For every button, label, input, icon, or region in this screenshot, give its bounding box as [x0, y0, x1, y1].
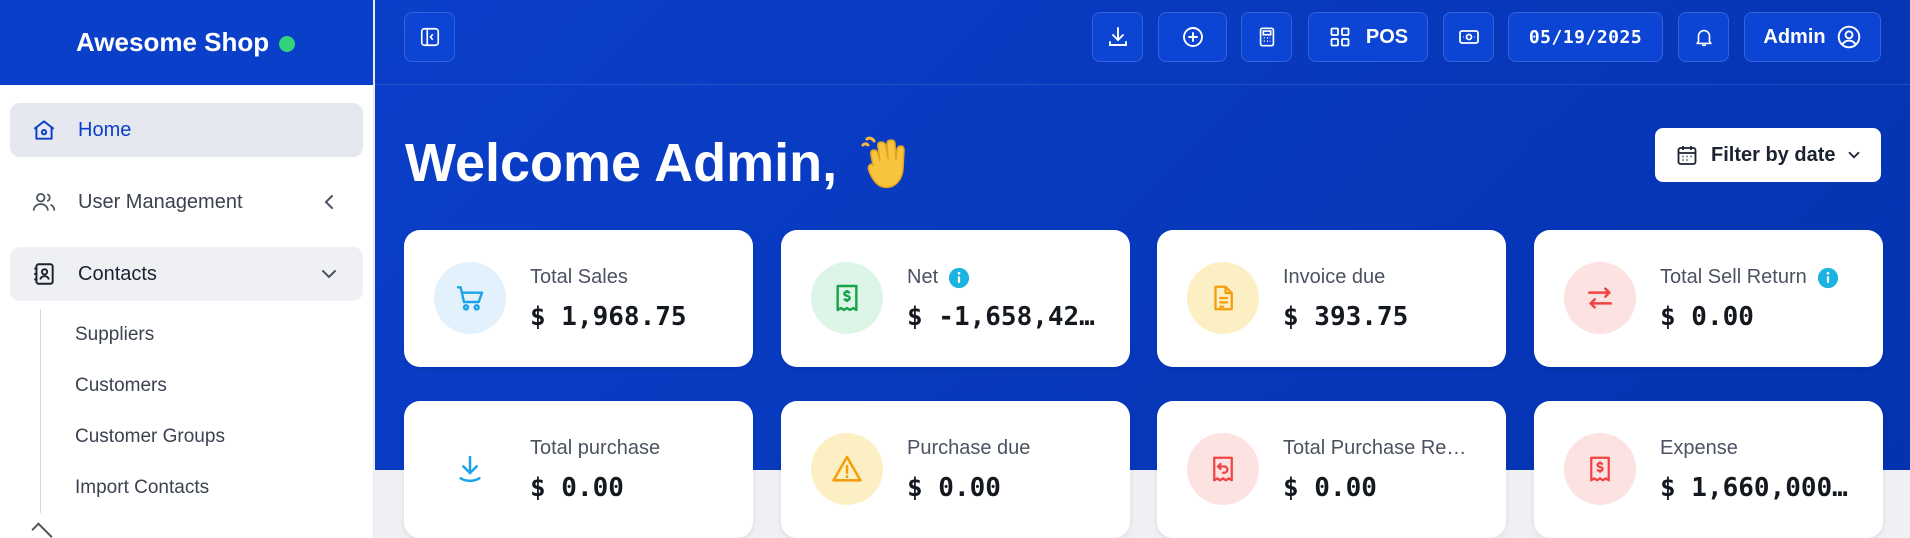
stat-card-net[interactable]: Net $ -1,658,42… [781, 230, 1130, 367]
document-icon [1187, 262, 1259, 334]
stat-label-text: Total purchase [530, 437, 661, 459]
sidebar-item-label: Home [78, 118, 132, 141]
brand-name: Awesome Shop [76, 27, 270, 57]
notifications-button[interactable] [1678, 12, 1729, 62]
user-menu-button[interactable]: Admin [1744, 12, 1881, 62]
stat-card-total-sales[interactable]: Total Sales $ 1,968.75 [404, 230, 753, 367]
stat-value: $ -1,658,42… [907, 302, 1095, 332]
receipt-dollar-icon [1564, 433, 1636, 505]
contacts-icon [30, 260, 58, 288]
filter-label: Filter by date [1711, 143, 1836, 166]
add-button[interactable] [1158, 12, 1227, 62]
submenu-item-import-contacts[interactable]: Import Contacts [75, 462, 363, 513]
add-circle-icon [1182, 27, 1203, 47]
stat-value: $ 393.75 [1283, 302, 1409, 332]
info-icon[interactable] [1817, 267, 1839, 289]
chevron-down-icon [322, 270, 336, 279]
sidebar: Awesome Shop Home User Management Contac… [0, 0, 374, 538]
stat-label: Total purchase [530, 437, 660, 460]
stat-value: $ 1,660,000… [1660, 473, 1848, 503]
stat-label: Purchase due [907, 437, 1030, 460]
online-status-dot [279, 35, 296, 52]
info-icon[interactable] [948, 267, 970, 289]
stat-label-text: Expense [1660, 437, 1738, 459]
stat-card-invoice-due[interactable]: Invoice due $ 393.75 [1157, 230, 1506, 367]
sidebar-item-user-management[interactable]: User Management [10, 175, 363, 229]
exchange-icon [1564, 262, 1636, 334]
home-icon [30, 116, 58, 144]
calendar-icon [1677, 146, 1697, 165]
receipt-dollar-icon [811, 262, 883, 334]
user-label: Admin [1763, 25, 1826, 48]
warning-icon [811, 433, 883, 505]
brand-header[interactable]: Awesome Shop [0, 0, 373, 85]
page-title: Welcome Admin, [405, 132, 911, 194]
stat-label: Expense [1660, 437, 1738, 460]
grid-icon [1330, 27, 1350, 47]
sidebar-toggle-button[interactable] [404, 12, 455, 62]
waving-hand-icon [861, 136, 905, 189]
chevron-down-icon [1849, 151, 1860, 159]
contacts-submenu: Suppliers Customers Customer Groups Impo… [40, 309, 363, 513]
stat-value: $ 0.00 [1283, 473, 1377, 503]
top-bar: POS 05/19/2025 Admin [375, 0, 1910, 85]
sidebar-nav: Home User Management Contacts Suppliers … [0, 85, 373, 513]
next-nav-item-icon [31, 522, 53, 538]
cart-icon [434, 262, 506, 334]
receipt-return-icon [1187, 433, 1259, 505]
pos-button[interactable]: POS [1308, 12, 1428, 62]
download-icon [434, 433, 506, 505]
stat-label: Net [907, 266, 970, 289]
sidebar-toggle-icon [420, 27, 439, 47]
stat-value: $ 0.00 [1660, 302, 1754, 332]
current-date-button[interactable]: 05/19/2025 [1508, 12, 1663, 62]
stat-value: $ 1,968.75 [530, 302, 687, 332]
sidebar-item-contacts[interactable]: Contacts [10, 247, 363, 301]
stat-card-total-sell-return[interactable]: Total Sell Return $ 0.00 [1534, 230, 1883, 367]
stat-card-total-purchase-return[interactable]: Total Purchase Re… $ 0.00 [1157, 401, 1506, 538]
sidebar-item-home[interactable]: Home [10, 103, 363, 157]
submenu-item-customers[interactable]: Customers [75, 360, 363, 411]
sidebar-item-label: User Management [78, 190, 243, 213]
users-icon [30, 188, 58, 216]
stat-label: Total Sales [530, 266, 628, 289]
stat-label: Total Sell Return [1660, 266, 1839, 289]
cash-icon [1458, 30, 1479, 44]
filter-by-date-button[interactable]: Filter by date [1655, 128, 1881, 182]
submenu-item-suppliers[interactable]: Suppliers [75, 309, 363, 360]
main-content: POS 05/19/2025 Admin Welcome Admin, Filt… [375, 0, 1910, 538]
download-icon [1108, 27, 1127, 46]
stat-label-text: Net [907, 266, 939, 288]
stat-value: $ 0.00 [907, 473, 1001, 503]
welcome-text: Welcome Admin, [405, 133, 838, 193]
chevron-left-icon [324, 195, 333, 209]
stat-label-text: Total Sales [530, 266, 628, 288]
stat-label-text: Purchase due [907, 437, 1031, 459]
stat-label-text: Invoice due [1283, 266, 1386, 288]
calculator-button[interactable] [1241, 12, 1292, 62]
bell-icon [1695, 29, 1712, 47]
stat-label-text: Total Sell Return [1660, 266, 1807, 288]
calculator-icon [1259, 27, 1274, 47]
stat-label: Invoice due [1283, 266, 1385, 289]
sidebar-item-label: Contacts [78, 262, 157, 285]
stat-label: Total Purchase Re… [1283, 437, 1466, 460]
stat-card-expense[interactable]: Expense $ 1,660,000… [1534, 401, 1883, 538]
submenu-item-customer-groups[interactable]: Customer Groups [75, 411, 363, 462]
pos-label: POS [1365, 25, 1409, 48]
download-button[interactable] [1092, 12, 1143, 62]
stat-card-purchase-due[interactable]: Purchase due $ 0.00 [781, 401, 1130, 538]
current-date: 05/19/2025 [1528, 26, 1643, 48]
stat-value: $ 0.00 [530, 473, 624, 503]
cash-register-button[interactable] [1443, 12, 1494, 62]
stat-card-total-purchase[interactable]: Total purchase $ 0.00 [404, 401, 753, 538]
user-circle-icon [1837, 25, 1860, 49]
stat-label-text: Total Purchase Re… [1283, 437, 1467, 459]
